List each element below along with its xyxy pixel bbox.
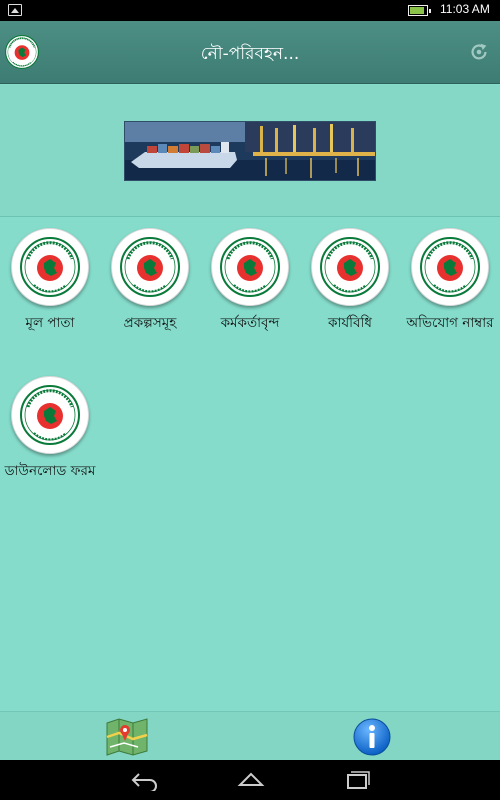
menu-item-icon xyxy=(111,228,189,306)
menu-item-label: কর্মকর্তাবৃন্দ xyxy=(220,315,280,331)
menu-item-icon xyxy=(411,228,489,306)
port-banner-image xyxy=(124,121,376,181)
battery-icon xyxy=(408,5,431,16)
recent-apps-icon[interactable] xyxy=(342,769,372,791)
status-bar: 11:03 AM xyxy=(0,0,500,21)
menu-item-icon xyxy=(211,228,289,306)
govt-seal-icon xyxy=(320,237,380,297)
govt-seal-icon xyxy=(420,237,480,297)
govt-seal-icon xyxy=(20,237,80,297)
menu-item-label: মূল পাতা xyxy=(25,315,75,331)
status-time: 11:03 AM xyxy=(440,2,490,16)
info-icon[interactable] xyxy=(353,718,391,756)
app-title: নৌ-পরিবহন... xyxy=(200,44,300,64)
menu-item-label: কার্যবিধি xyxy=(328,315,372,331)
govt-seal-icon xyxy=(20,385,80,445)
back-icon[interactable] xyxy=(130,769,160,791)
menu-item-icon xyxy=(311,228,389,306)
menu-item-procedures[interactable]: কার্যবিধি xyxy=(300,218,400,333)
banner-section xyxy=(0,85,500,217)
govt-seal-icon xyxy=(220,237,280,297)
app-bar: নৌ-পরিবহন... xyxy=(0,21,500,84)
refresh-icon[interactable] xyxy=(468,41,490,63)
menu-item-icon xyxy=(11,228,89,306)
map-icon[interactable] xyxy=(104,717,150,757)
menu-item-home[interactable]: মূল পাতা xyxy=(0,218,100,333)
govt-seal-icon xyxy=(120,237,180,297)
bottom-bar xyxy=(0,711,500,760)
menu-item-label: অভিযোগ নাম্বার xyxy=(406,315,494,331)
menu-item-label: ডাউনলোড ফরম xyxy=(4,463,96,479)
menu-item-label: প্রকল্পসমূহ xyxy=(123,315,177,331)
battery-level xyxy=(410,7,424,14)
menu-item-officials[interactable]: কর্মকর্তাবৃন্দ xyxy=(200,218,300,333)
menu-item-complaint-number[interactable]: অভিযোগ নাম্বার xyxy=(400,218,500,333)
home-icon[interactable] xyxy=(236,769,266,791)
image-notification-icon xyxy=(8,4,22,16)
system-nav-bar xyxy=(0,760,500,800)
menu-item-projects[interactable]: প্রকল্পসমূহ xyxy=(100,218,200,333)
menu-item-icon xyxy=(11,376,89,454)
menu-item-download-form[interactable]: ডাউনলোড ফরম xyxy=(0,366,100,481)
